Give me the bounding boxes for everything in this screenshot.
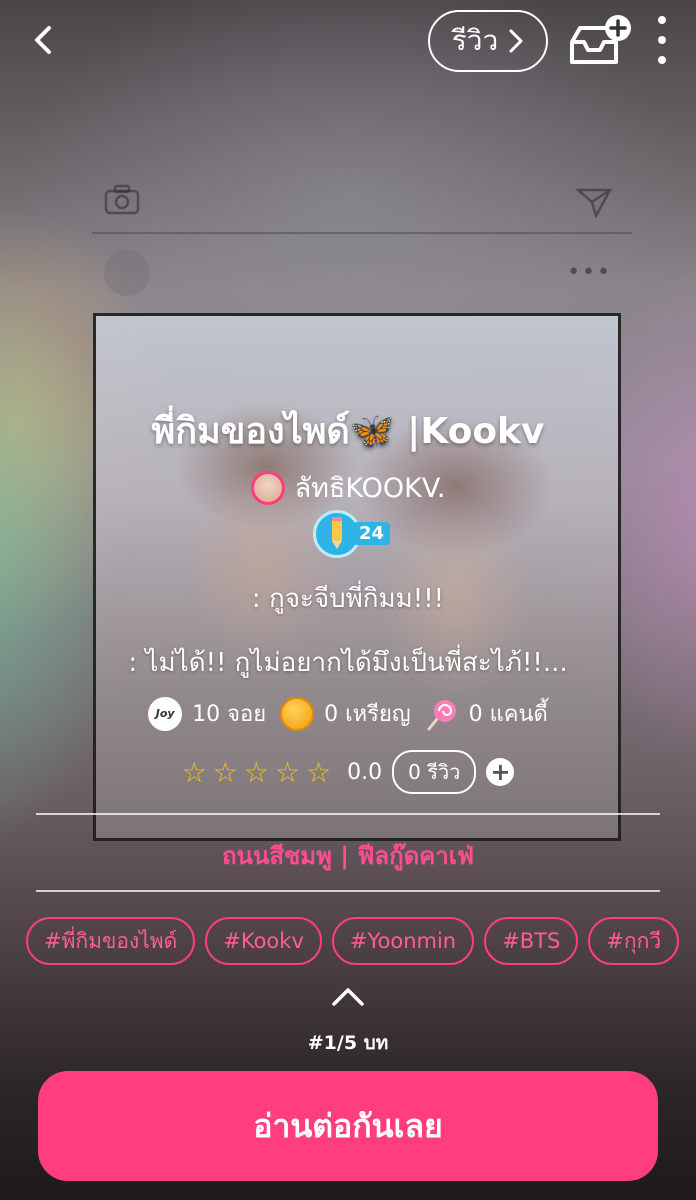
tag-chip[interactable]: #Yoonmin	[331, 917, 475, 965]
joy-stat: Joy 10 จอย	[148, 696, 266, 731]
chapter-indicator: #1/5 บท	[307, 1032, 389, 1054]
author-avatar	[250, 470, 285, 505]
level-number: 24	[353, 522, 391, 545]
rating-score: 0.0	[347, 759, 383, 785]
level-badge: 24	[313, 510, 391, 560]
send-icon	[576, 188, 612, 218]
author-name: ลัทธิKOOKV.	[294, 473, 446, 504]
continue-reading-label: อ่านต่อกันเลย	[253, 1106, 443, 1145]
top-bar: รีวิว	[0, 0, 696, 90]
back-chevron-icon[interactable]	[24, 20, 64, 60]
review-button[interactable]: รีวิว	[428, 10, 548, 72]
frame-avatar	[104, 250, 150, 296]
author-level: 24	[0, 510, 696, 560]
more-options-icon[interactable]	[650, 16, 674, 64]
story-excerpt-line-2: : ไม่ได้!! กูไม่อยากได้มึงเป็นพี่สะไภ้!!…	[128, 648, 568, 678]
coin-icon	[280, 696, 315, 731]
tag-list: #พี่กิมของไพด์ #Kookv #Yoonmin #BTS #กุก…	[26, 917, 680, 965]
candy-count: 0 แคนดี้	[468, 702, 548, 727]
tag-chip[interactable]: #กุกวี	[588, 917, 680, 965]
stats-row: Joy 10 จอย 0 เหรียญ 0 แคนดี้	[0, 696, 696, 731]
coin-stat: 0 เหรียญ	[280, 696, 411, 731]
rating-row: ☆☆☆☆☆ 0.0 0 รีวิว +	[0, 750, 696, 794]
story-excerpt-line-1: : กูจะจีบพี่กิมม!!!	[251, 584, 445, 614]
chevron-right-icon	[509, 29, 523, 53]
add-to-shelf-icon[interactable]	[566, 14, 634, 70]
coin-count: 0 เหรียญ	[324, 702, 411, 727]
candy-stat: 0 แคนดี้	[425, 696, 548, 731]
divider-top	[36, 813, 660, 815]
add-review-icon[interactable]: +	[486, 758, 515, 786]
joy-count: 10 จอย	[192, 702, 267, 727]
author-row[interactable]: ลัทธิKOOKV.	[0, 466, 696, 509]
lollipop-icon	[427, 699, 456, 730]
joy-icon: Joy	[148, 696, 183, 731]
review-count-pill[interactable]: 0 รีวิว	[392, 750, 477, 794]
category-link[interactable]: ถนนสีชมพู | ฟีลกู๊ดคาเฟ่	[0, 836, 696, 875]
tag-chip[interactable]: #BTS	[484, 917, 579, 965]
divider-bottom	[36, 890, 660, 892]
story-title: พี่กิมของไพด์🦋 |Kookv	[151, 411, 545, 452]
review-button-label: รีวิว	[451, 24, 499, 57]
frame-more-icon: •••	[567, 260, 612, 285]
tag-chip[interactable]: #พี่กิมของไพด์	[26, 917, 196, 965]
rating-stars[interactable]: ☆☆☆☆☆	[182, 756, 338, 789]
camera-icon	[104, 184, 140, 215]
chevron-up-icon[interactable]	[330, 982, 366, 1012]
frame-divider	[92, 232, 632, 234]
tag-chip[interactable]: #Kookv	[205, 917, 322, 965]
continue-reading-button[interactable]: อ่านต่อกันเลย	[38, 1071, 658, 1181]
